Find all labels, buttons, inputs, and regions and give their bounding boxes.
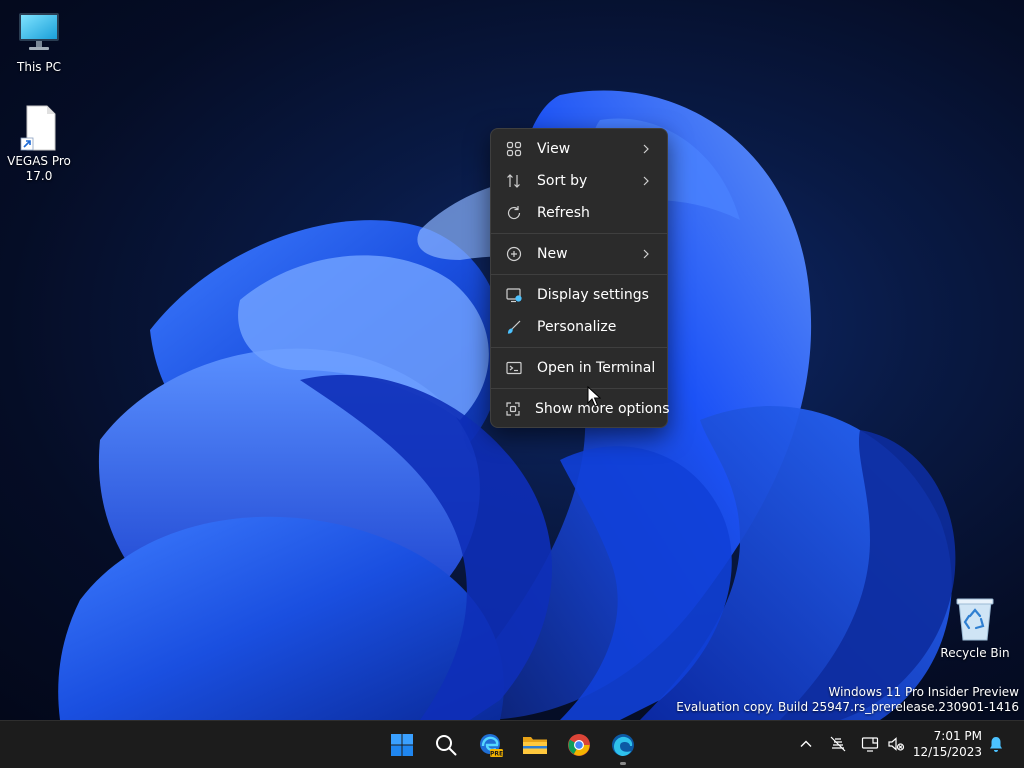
taskbar-app-file-explorer[interactable]: [515, 725, 555, 765]
menu-item-display-settings[interactable]: Display settings: [495, 279, 663, 311]
recycle-bin-icon: [951, 596, 999, 644]
tray-volume[interactable]: [886, 733, 906, 755]
monitor-icon: [15, 10, 63, 58]
desktop-context-menu: View Sort by Refresh New Display setting…: [490, 128, 670, 428]
desktop-icon-label: VEGAS Pro 17.0: [7, 154, 71, 183]
taskbar: PRE 7:01 PM 12/15/2023: [0, 720, 1024, 768]
notification-bell-icon: [990, 737, 1002, 752]
display-icon: [505, 286, 523, 304]
network-off-icon: [830, 736, 846, 752]
menu-item-sort-by[interactable]: Sort by: [495, 165, 663, 197]
desktop-icon-this-pc[interactable]: This PC: [2, 10, 76, 75]
edge-preview-badge: PRE: [490, 750, 503, 757]
clock-date: 12/15/2023: [912, 745, 982, 759]
desktop-icon-recycle-bin[interactable]: Recycle Bin: [938, 596, 1012, 661]
chrome-icon: [568, 734, 590, 756]
menu-separator: [491, 347, 667, 348]
volume-muted-icon: [888, 737, 905, 751]
menu-item-label: Refresh: [537, 205, 590, 221]
sort-icon: [505, 172, 523, 190]
search-icon: [436, 735, 457, 756]
watermark-edition: Windows 11 Pro Insider Preview: [828, 685, 1019, 699]
desktop-icon-label: This PC: [17, 60, 61, 74]
menu-item-personalize[interactable]: Personalize: [495, 311, 663, 343]
grid-icon: [505, 140, 523, 158]
menu-item-refresh[interactable]: Refresh: [495, 197, 663, 229]
menu-item-label: View: [537, 141, 571, 157]
menu-item-show-more-options[interactable]: Show more options: [495, 393, 670, 425]
desktop-icon-label: Recycle Bin: [940, 646, 1010, 660]
notifications-button[interactable]: [986, 733, 1006, 755]
menu-item-open-in-terminal[interactable]: Open in Terminal: [495, 352, 663, 384]
menu-item-view[interactable]: View: [495, 133, 663, 165]
clock-time: 7:01 PM: [933, 729, 982, 743]
start-button[interactable]: [382, 725, 422, 765]
tray-network[interactable]: [828, 733, 848, 755]
plus-circle-icon: [505, 245, 523, 263]
evaluation-watermark: Windows 11 Pro Insider Preview Evaluatio…: [676, 685, 1019, 715]
tray-display-project[interactable]: [860, 733, 880, 755]
brush-icon: [505, 318, 523, 336]
terminal-icon: [505, 359, 523, 377]
folder-icon: [523, 737, 547, 754]
running-indicator: [620, 762, 626, 765]
desktop[interactable]: This PC VEGAS Pro 17.0 Recycle Bin View …: [0, 0, 1024, 720]
mouse-cursor-icon: [587, 386, 601, 407]
taskbar-app-edge-preview[interactable]: PRE: [471, 725, 511, 765]
menu-item-label: Sort by: [537, 173, 588, 189]
edge-preview-icon: PRE: [480, 734, 503, 757]
menu-separator: [491, 388, 667, 389]
windows-logo-icon: [391, 734, 413, 756]
menu-separator: [491, 233, 667, 234]
menu-item-label: Open in Terminal: [537, 360, 656, 376]
menu-item-label: Personalize: [537, 319, 617, 335]
menu-item-label: Show more options: [535, 401, 670, 417]
edge-icon: [612, 734, 634, 756]
taskbar-app-edge[interactable]: [603, 725, 643, 765]
display-project-icon: [861, 737, 879, 752]
watermark-build: Evaluation copy. Build 25947.rs_prerelea…: [676, 700, 1019, 714]
chevron-right-icon: [641, 141, 651, 157]
expand-icon: [505, 400, 521, 418]
taskbar-clock[interactable]: 7:01 PM 12/15/2023: [910, 728, 982, 760]
refresh-icon: [505, 204, 523, 222]
menu-item-label: Display settings: [537, 287, 649, 303]
chevron-up-icon: [800, 740, 812, 747]
desktop-icon-vegas-pro[interactable]: VEGAS Pro 17.0: [2, 104, 76, 184]
menu-separator: [491, 274, 667, 275]
shortcut-file-icon: [15, 104, 63, 152]
search-button[interactable]: [426, 725, 466, 765]
show-hidden-icons-button[interactable]: [796, 733, 816, 755]
chevron-right-icon: [641, 246, 651, 262]
menu-item-label: New: [537, 246, 568, 262]
menu-item-new[interactable]: New: [495, 238, 663, 270]
chevron-right-icon: [641, 173, 651, 189]
taskbar-app-chrome[interactable]: [559, 725, 599, 765]
